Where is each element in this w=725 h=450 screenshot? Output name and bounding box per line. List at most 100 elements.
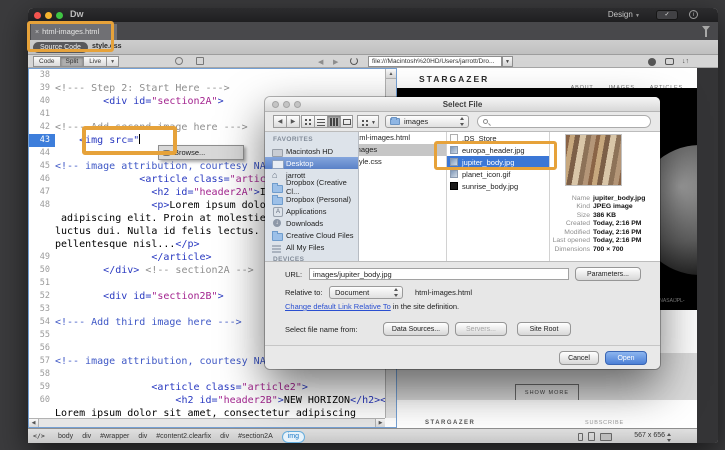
scroll-up-icon[interactable]: ▲ [386,69,396,79]
file-management-icon[interactable] [665,58,674,65]
code-view-button[interactable]: Code [33,56,60,67]
code-line[interactable]: 58 [29,368,385,381]
device-preview-icons [573,432,612,441]
tag-selector-item-body[interactable]: body [58,432,73,442]
collapsed-panel-dock[interactable] [697,68,718,443]
code-line[interactable]: 39 <!--- Step 2: Start Here ---> [29,82,385,95]
url-dropdown-icon[interactable]: ▼ [502,56,513,67]
file-item[interactable]: planet_icon.gif [447,168,549,180]
file-status-icon[interactable] [196,57,204,65]
tab-html-images[interactable]: × html-images.html [31,24,117,40]
site-definition-note: Change default Link Relative To in the s… [285,302,460,311]
change-link-relative-link[interactable]: Change default Link Relative To [285,302,391,311]
tag-selector-item-div[interactable]: div [138,432,147,442]
live-view-dropdown-icon[interactable]: ▼ [106,56,120,67]
window-size-stepper-icon[interactable] [667,433,672,442]
code-line[interactable]: Lorem ipsum dolor sit amet, consectetur … [29,407,385,418]
parameters-button[interactable]: Parameters... [575,267,641,281]
file-item[interactable]: style.css [359,156,446,168]
forward-icon[interactable]: ▶ [286,115,300,128]
search-field[interactable] [477,115,651,128]
zoom-window-button[interactable] [56,12,63,19]
icon-view-button[interactable] [301,115,314,128]
live-view-button[interactable]: Live [83,56,107,67]
title-bar[interactable]: Dw Design ▼ ✓ i [28,8,718,22]
list-view-button[interactable] [314,115,327,128]
file-info-row: Modified Today, 2:16 PM [550,228,660,237]
file-item[interactable]: .DS_Store [447,132,549,144]
sidebar-item-desktop[interactable]: Desktop [265,157,358,169]
get-put-arrows-icon[interactable]: ↓↑ [682,58,689,66]
cancel-button[interactable]: Cancel [559,351,599,365]
action-menu-button[interactable]: ▼ [357,115,379,128]
split-view-button[interactable]: Split [59,56,84,67]
dialog-minimize-button[interactable] [283,101,290,108]
show-more-button[interactable]: SHOW MORE [515,384,579,401]
tag-selector-item-img[interactable]: img [281,431,306,443]
code-token: "header2B" [217,395,278,406]
close-window-button[interactable] [34,12,41,19]
tag-selector-item-section2A[interactable]: #section2A [238,432,273,442]
sidebar-item-dropbox-personal[interactable]: Dropbox (Personal) [265,193,358,205]
sidebar-item-creative-cloud-files[interactable]: Creative Cloud Files [265,229,358,241]
workspace-dropdown[interactable]: Design ▼ [608,10,640,19]
sidebar-item-applications[interactable]: Applications [265,205,358,217]
data-sources-button[interactable]: Data Sources... [383,322,449,336]
file-item[interactable]: sunrise_body.jpg [447,180,549,192]
code-navigator-icon[interactable]: </> [33,432,45,440]
back-icon[interactable]: ◀ [318,58,323,66]
code-line[interactable]: 38 [29,69,385,82]
dreamweaver-window: Dw Design ▼ ✓ i × html-images.html Source… [27,8,718,443]
dialog-close-button[interactable] [272,101,279,108]
browse-code-hint[interactable]: Browse... [158,145,244,160]
file-item[interactable]: europa_header.jpg [447,144,549,156]
code-line[interactable]: 60 <h2 id="header2B">NEW HORIZON</h2><p> [29,394,385,407]
related-file-stylecss[interactable]: style.css [92,43,122,50]
close-tab-icon[interactable]: × [35,29,39,36]
line-number: 44 [39,148,50,158]
sidebar-item-macintosh-hd[interactable]: Macintosh HD [265,145,358,157]
desktop-preview-icon[interactable] [600,432,612,441]
file-item[interactable]: images [359,144,446,156]
tag-selector-item-wrapper[interactable]: #wrapper [100,432,129,442]
refresh-icon[interactable] [350,57,358,65]
code-token: <h2 id= [151,187,194,198]
file-item[interactable]: jupiter_body.jpg [447,156,549,168]
workspace-switcher-icon[interactable]: ✓ [656,10,678,20]
code-line[interactable]: 59 <article class="article2"> [29,381,385,394]
info-icon[interactable]: i [689,10,698,19]
tablet-preview-icon[interactable] [588,432,595,441]
sidebar-item-all-my-files[interactable]: All My Files [265,241,358,253]
relative-to-dropdown[interactable]: Document [329,286,403,299]
dialog-title-bar[interactable]: Select File [265,97,660,112]
document-url-field[interactable]: file:///Macintosh%20HD/Users/jarrott/Dro… [368,56,502,67]
scroll-right-icon[interactable]: ▶ [375,419,385,427]
file-info-value: Today, 2:16 PM [593,237,642,245]
forward-icon[interactable]: ▶ [333,58,338,66]
dialog-zoom-button[interactable] [294,101,301,108]
filter-icon[interactable] [702,26,710,37]
servers-button[interactable]: Servers... [455,322,507,336]
location-dropdown[interactable]: images [385,115,469,128]
minimize-window-button[interactable] [45,12,52,19]
url-input[interactable] [309,268,569,280]
tag-selector-item-div[interactable]: div [220,432,229,442]
back-icon[interactable]: ◀ [273,115,287,128]
site-root-button[interactable]: Site Root [517,322,571,336]
coverflow-view-button[interactable] [340,115,353,128]
open-button[interactable]: Open [605,351,647,365]
source-code-button[interactable]: Source Code [33,42,88,53]
tag-selector-item-div[interactable]: div [82,432,91,442]
scroll-left-icon[interactable]: ◀ [29,419,39,427]
file-item[interactable]: html-images.html [359,132,446,144]
sidebar-item-downloads[interactable]: Downloads [265,217,358,229]
validate-icon[interactable] [175,57,183,65]
column-view-button[interactable] [327,115,340,128]
mobile-preview-icon[interactable] [578,432,583,441]
preview-browser-icon[interactable] [648,58,656,66]
window-size-indicator[interactable]: 567 x 656 [634,432,665,439]
sidebar-item-dropbox-creative-cl[interactable]: Dropbox (Creative Cl... [265,178,358,196]
tag-selector-item-content2clearfix[interactable]: #content2.clearfix [156,432,211,442]
horizontal-scrollbar[interactable]: ◀ ▶ [29,418,385,427]
